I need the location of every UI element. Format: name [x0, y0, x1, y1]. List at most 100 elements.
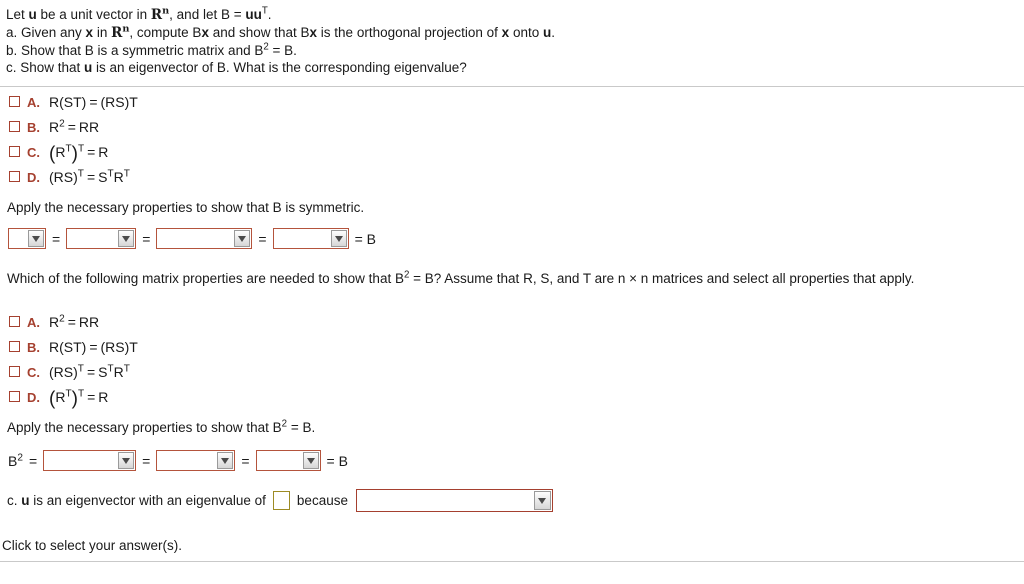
- symmetric-dropdown-3[interactable]: [156, 228, 253, 249]
- vector-x: x: [201, 25, 209, 40]
- eigenvalue-reason-dropdown[interactable]: [355, 489, 553, 512]
- choice-text-a: R(ST) = (RS)T: [49, 94, 138, 110]
- equals-sign: =: [52, 230, 61, 247]
- dropdown-row-symmetric: = = = = B: [0, 228, 382, 249]
- problem-page: Let u be a unit vector in Rn, and let B …: [0, 0, 1024, 584]
- choice-label-a: A.: [27, 95, 40, 110]
- choice-text-d: (RT)T = R: [49, 388, 109, 410]
- stem-text: and show that B: [208, 25, 310, 40]
- equals-sign: =: [142, 452, 151, 469]
- symmetric-dropdown-2[interactable]: [66, 228, 137, 249]
- vector-u: u: [542, 25, 552, 40]
- eigen-prefix: c. u is an eigenvector with an eigenvalu…: [7, 493, 266, 508]
- vector-u: u: [28, 7, 37, 22]
- footer-instruction: Click to select your answer(s).: [2, 538, 183, 553]
- stem-text: is the orthogonal projection of: [317, 25, 502, 40]
- bsquared-dropdown-2[interactable]: [156, 450, 236, 471]
- choice-list-symmetric: A. R(ST) = (RS)T B. R2 = RR C. (RT)T = R D. (R…: [0, 90, 138, 190]
- divider-bottom: [0, 561, 1024, 562]
- choice-label-b: B.: [27, 340, 40, 355]
- bsquared-dropdown-3[interactable]: [255, 450, 321, 471]
- choice-label-a: A.: [27, 315, 40, 330]
- stem-text: a. Given any: [6, 25, 86, 40]
- choice-b[interactable]: B. R2 = RR: [9, 115, 138, 140]
- checkbox-b[interactable]: [9, 341, 20, 352]
- because-label: because: [296, 493, 348, 508]
- problem-line-b: b. Show that B is a symmetric matrix and…: [6, 42, 1024, 59]
- stem-text: c. Show that: [6, 60, 85, 75]
- chevron-down-icon[interactable]: [28, 230, 44, 247]
- result-equals-b: = B: [354, 230, 376, 247]
- prompt-text: = B.: [287, 420, 316, 435]
- question-text: = B? Assume that R, S, and T are n × n m…: [409, 271, 915, 286]
- equals-sign: =: [241, 452, 250, 469]
- symmetric-dropdown-1[interactable]: [8, 228, 46, 249]
- chevron-down-icon[interactable]: [118, 452, 135, 469]
- stem-text: b. Show that B is a symmetric matrix and…: [6, 43, 264, 58]
- chevron-down-icon[interactable]: [533, 491, 551, 510]
- stem-text: = B.: [268, 43, 297, 58]
- choice-label-c: C.: [27, 365, 40, 380]
- choice-c[interactable]: C. (RT)T = R: [9, 140, 138, 165]
- problem-line-1: Let u be a unit vector in Rn, and let B …: [6, 6, 1024, 24]
- checkbox-d[interactable]: [9, 171, 20, 182]
- real-numbers-symbol: R: [150, 7, 163, 23]
- bsquared-dropdown-1[interactable]: [43, 450, 137, 471]
- checkbox-a[interactable]: [9, 96, 20, 107]
- choice-a[interactable]: A. R(ST) = (RS)T: [9, 90, 138, 115]
- stem-text: .: [267, 7, 272, 22]
- uu-product: uu: [245, 7, 262, 22]
- equals-sign: =: [142, 230, 151, 247]
- chevron-down-icon[interactable]: [217, 452, 234, 469]
- problem-line-c: c. Show that u is an eigenvector of B. W…: [6, 59, 1024, 76]
- choice-text-c: (RT)T = R: [49, 143, 109, 165]
- checkbox-a[interactable]: [9, 316, 20, 327]
- checkbox-c[interactable]: [9, 366, 20, 377]
- stem-text: , compute B: [129, 25, 202, 40]
- eigenvalue-input[interactable]: [272, 491, 290, 510]
- choice-label-b: B.: [27, 120, 40, 135]
- dropdown-row-bsquared: B2 = = = = B: [0, 450, 354, 471]
- choice-text-b: R2 = RR: [49, 118, 100, 135]
- choice-text-a: R2 = RR: [49, 313, 100, 330]
- equals-sign: =: [258, 230, 267, 247]
- bsquared-lead: B2: [8, 451, 23, 469]
- stem-text: .: [551, 25, 555, 40]
- stem-text: in: [93, 25, 112, 40]
- stem-text: be a unit vector in: [36, 7, 151, 22]
- checkbox-c[interactable]: [9, 146, 20, 157]
- choice-a[interactable]: A. R2 = RR: [9, 310, 138, 335]
- chevron-down-icon[interactable]: [302, 452, 319, 469]
- choice-label-c: C.: [27, 145, 40, 160]
- checkbox-b[interactable]: [9, 121, 20, 132]
- chevron-down-icon[interactable]: [234, 230, 251, 247]
- choice-c[interactable]: C. (RS)T = STRT: [9, 360, 138, 385]
- chevron-down-icon[interactable]: [118, 230, 135, 247]
- problem-line-a: a. Given any x in Rn, compute Bx and sho…: [6, 24, 1024, 42]
- question-bsquared: Which of the following matrix properties…: [0, 270, 915, 286]
- stem-text: onto: [509, 25, 543, 40]
- result-equals-b: = B: [326, 452, 348, 469]
- eigenvalue-row: c. u is an eigenvector with an eigenvalu…: [0, 489, 553, 512]
- prompt-text: Apply the necessary properties to show t…: [7, 420, 282, 435]
- vector-x: x: [85, 25, 94, 40]
- chevron-down-icon[interactable]: [330, 230, 347, 247]
- stem-text: is an eigenvector of B. What is the corr…: [92, 60, 467, 75]
- prompt-bsquared: Apply the necessary properties to show t…: [0, 419, 316, 435]
- choice-text-c: (RS)T = STRT: [49, 363, 130, 380]
- checkbox-d[interactable]: [9, 391, 20, 402]
- prompt-symmetric: Apply the necessary properties to show t…: [7, 200, 365, 215]
- vector-x: x: [309, 25, 318, 40]
- choice-label-d: D.: [27, 390, 40, 405]
- choice-b[interactable]: B. R(ST) = (RS)T: [9, 335, 138, 360]
- choice-text-d: (RS)T = STRT: [49, 168, 130, 185]
- stem-text: , and let B =: [169, 7, 246, 22]
- problem-statement: Let u be a unit vector in Rn, and let B …: [0, 0, 1024, 76]
- divider-top: [0, 86, 1024, 87]
- stem-text: Let: [6, 7, 29, 22]
- choice-list-bsquared: A. R2 = RR B. R(ST) = (RS)T C. (RS)T = STRT D.…: [0, 310, 138, 410]
- symmetric-dropdown-4[interactable]: [272, 228, 349, 249]
- choice-d[interactable]: D. (RT)T = R: [9, 385, 138, 410]
- choice-d[interactable]: D. (RS)T = STRT: [9, 165, 138, 190]
- real-numbers-symbol: R: [111, 25, 123, 41]
